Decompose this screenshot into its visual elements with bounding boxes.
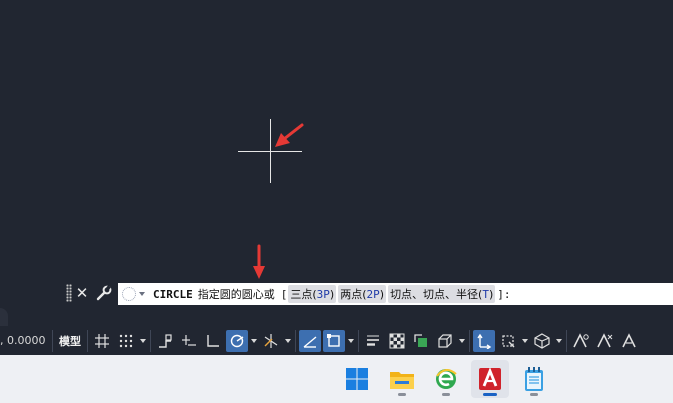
- notepad-icon[interactable]: [515, 360, 553, 398]
- transparency-icon[interactable]: [386, 330, 408, 352]
- crosshair-vertical: [270, 119, 271, 183]
- windows-start-icon[interactable]: [338, 360, 376, 398]
- chevron-down-icon[interactable]: [249, 330, 259, 352]
- model-space-button[interactable]: 模型: [55, 333, 85, 349]
- chevron-down-icon[interactable]: [554, 330, 564, 352]
- selection-filter-icon[interactable]: [497, 330, 519, 352]
- grid-display-icon[interactable]: [91, 330, 113, 352]
- layout-tab-edge: [0, 308, 8, 326]
- option-three-point[interactable]: 三点(3P): [288, 285, 337, 303]
- divider: [150, 329, 151, 352]
- coordinate-readout: , 0.0000: [0, 334, 46, 347]
- status-bar: , 0.0000 模型: [0, 326, 673, 355]
- gizmo-icon[interactable]: [531, 330, 553, 352]
- chevron-down-icon[interactable]: [520, 330, 530, 352]
- chevron-down-icon[interactable]: [139, 292, 145, 296]
- option-bracket-open: [: [280, 287, 288, 301]
- running-indicator: [530, 393, 538, 396]
- running-indicator: [398, 393, 406, 396]
- divider: [52, 329, 53, 352]
- dynamic-ucs-icon[interactable]: [473, 329, 495, 352]
- object-snap-icon[interactable]: [323, 329, 345, 352]
- option-two-point[interactable]: 两点(2P): [338, 285, 387, 303]
- customize-wrench-icon[interactable]: [95, 284, 113, 302]
- chevron-down-icon[interactable]: [283, 330, 293, 352]
- windows-taskbar: [0, 355, 673, 403]
- command-name: CIRCLE: [153, 287, 193, 301]
- drawing-canvas[interactable]: [0, 0, 673, 310]
- option-tan-tan-radius[interactable]: 切点、切点、半径(T): [388, 285, 496, 303]
- chevron-down-icon[interactable]: [346, 330, 356, 352]
- ortho-mode-icon[interactable]: [202, 330, 224, 352]
- command-line-input[interactable]: CIRCLE 指定圆的圆心或 [ 三点(3P) 两点(2P) 切点、切点、半径(…: [118, 283, 673, 305]
- isometric-drafting-icon[interactable]: [260, 330, 282, 352]
- annotation-visibility-icon[interactable]: [570, 330, 592, 352]
- option-bracket-close: ]:: [497, 287, 511, 301]
- command-line-close-button[interactable]: ✕: [75, 283, 89, 303]
- chevron-down-icon[interactable]: [138, 330, 148, 352]
- object-snap-tracking-icon[interactable]: [299, 329, 321, 352]
- annotation-scale-icon[interactable]: [618, 330, 640, 352]
- running-indicator: [442, 393, 450, 396]
- selection-cycling-icon[interactable]: [410, 330, 432, 352]
- divider: [87, 329, 88, 352]
- annotation-arrow-icon: [275, 123, 304, 147]
- snap-mode-icon[interactable]: [115, 330, 137, 352]
- command-prompt-text: 指定圆的圆心或: [197, 288, 275, 301]
- browser-icon[interactable]: [427, 360, 465, 398]
- dynamic-input-icon[interactable]: [178, 330, 200, 352]
- running-indicator: [483, 393, 497, 396]
- autocad-icon[interactable]: [471, 360, 509, 398]
- command-history-icon[interactable]: [122, 287, 136, 301]
- divider: [566, 329, 567, 352]
- lineweight-icon[interactable]: [362, 330, 384, 352]
- chevron-down-icon[interactable]: [457, 330, 467, 352]
- divider: [469, 329, 470, 352]
- 3d-object-snap-icon[interactable]: [434, 330, 456, 352]
- file-explorer-icon[interactable]: [383, 360, 421, 398]
- auto-scale-icon[interactable]: [594, 330, 616, 352]
- divider: [358, 329, 359, 352]
- command-line-grip-handle[interactable]: [66, 284, 72, 302]
- infer-constraints-icon[interactable]: [154, 330, 176, 352]
- annotation-arrow-icon: [253, 244, 265, 279]
- divider: [295, 329, 296, 352]
- polar-tracking-icon[interactable]: [226, 329, 248, 352]
